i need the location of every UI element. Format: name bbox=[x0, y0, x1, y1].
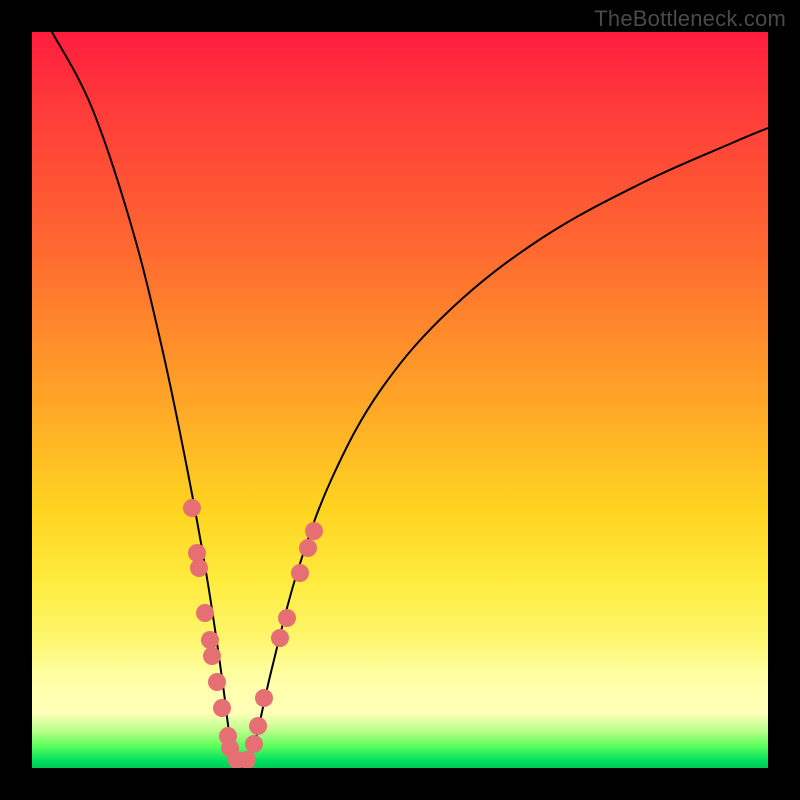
data-marker bbox=[305, 522, 323, 540]
data-marker bbox=[208, 673, 226, 691]
data-marker bbox=[245, 735, 263, 753]
data-marker bbox=[278, 609, 296, 627]
chart-frame: TheBottleneck.com bbox=[0, 0, 800, 800]
data-marker bbox=[291, 564, 309, 582]
data-marker bbox=[213, 699, 231, 717]
data-marker bbox=[201, 631, 219, 649]
data-marker bbox=[249, 717, 267, 735]
plot-area bbox=[32, 32, 768, 768]
watermark-text: TheBottleneck.com bbox=[594, 6, 786, 32]
data-marker bbox=[196, 604, 214, 622]
data-marker bbox=[271, 629, 289, 647]
data-marker bbox=[299, 539, 317, 557]
marker-group bbox=[183, 499, 323, 768]
data-marker bbox=[255, 689, 273, 707]
bottleneck-curve bbox=[52, 32, 768, 768]
data-marker bbox=[183, 499, 201, 517]
curve-svg bbox=[32, 32, 768, 768]
data-marker bbox=[190, 559, 208, 577]
data-marker bbox=[203, 647, 221, 665]
